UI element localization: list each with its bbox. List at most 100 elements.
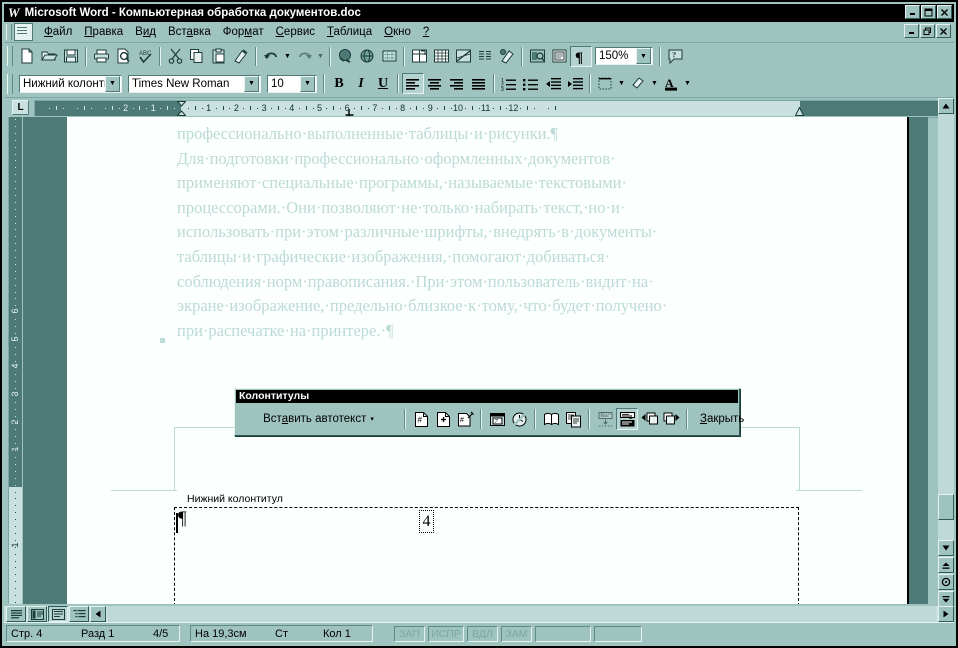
increase-indent-button[interactable] bbox=[564, 73, 586, 94]
same-as-previous-button[interactable] bbox=[594, 408, 616, 430]
document-icon[interactable] bbox=[14, 23, 33, 41]
align-justify-button[interactable] bbox=[468, 73, 490, 94]
scroll-down-button[interactable] bbox=[938, 540, 954, 556]
insert-table-button[interactable] bbox=[408, 46, 430, 67]
insert-number-of-pages-button[interactable] bbox=[432, 408, 454, 430]
document-map-button[interactable] bbox=[526, 46, 548, 67]
menu-file[interactable]: Файл bbox=[38, 24, 78, 40]
formatting-toolbar-grip[interactable] bbox=[7, 74, 13, 94]
print-preview-button[interactable] bbox=[112, 46, 134, 67]
menu-table[interactable]: Таблица bbox=[321, 24, 378, 40]
menu-window[interactable]: Окно bbox=[378, 24, 417, 40]
autotext-dropdown-arrow-icon[interactable]: ▾ bbox=[370, 415, 374, 423]
font-dropdown-arrow-icon[interactable]: ▼ bbox=[244, 76, 259, 92]
headers-footers-toolbar[interactable]: Колонтитулы Вставить автотекст ▾ # # 7 bbox=[234, 388, 740, 436]
doc-minimize-button[interactable] bbox=[904, 24, 919, 38]
tables-borders-button[interactable] bbox=[378, 46, 400, 67]
style-combo[interactable]: Нижний колонти ▼ bbox=[19, 75, 122, 93]
font-size-dropdown-arrow-icon[interactable]: ▼ bbox=[300, 76, 315, 92]
menu-help[interactable]: ? bbox=[417, 24, 435, 40]
highlight-button[interactable] bbox=[627, 73, 649, 94]
document-page[interactable]: профессионально·выполненные·таблицы·и·ри… bbox=[67, 117, 909, 604]
show-next-button[interactable] bbox=[660, 408, 682, 430]
borders-dropdown-arrow-icon[interactable]: ▼ bbox=[616, 73, 627, 94]
next-page-button[interactable] bbox=[938, 591, 954, 607]
undo-button[interactable] bbox=[260, 46, 282, 67]
font-color-button[interactable]: A bbox=[660, 73, 682, 94]
font-color-dropdown-arrow-icon[interactable]: ▼ bbox=[682, 73, 693, 94]
spellcheck-abc-button[interactable]: ABC bbox=[134, 46, 156, 67]
insert-autotext-button[interactable]: Вставить автотекст ▾ bbox=[237, 408, 400, 430]
scroll-left-button[interactable] bbox=[90, 606, 106, 622]
horizontal-scrollbar[interactable] bbox=[4, 606, 954, 622]
minimize-button[interactable] bbox=[905, 5, 920, 19]
status-indicator-ovr[interactable]: ЗАМ bbox=[501, 626, 532, 642]
vertical-scroll-thumb[interactable] bbox=[938, 494, 954, 520]
web-toolbar-button[interactable] bbox=[356, 46, 378, 67]
vertical-scrollbar[interactable] bbox=[938, 98, 954, 604]
menu-view[interactable]: Вид bbox=[129, 24, 162, 40]
insert-hyperlink-button[interactable] bbox=[334, 46, 356, 67]
print-button[interactable] bbox=[90, 46, 112, 67]
page-setup-button[interactable] bbox=[540, 408, 562, 430]
show-hide-document-text-button[interactable] bbox=[562, 408, 584, 430]
insert-page-number-button[interactable]: # bbox=[410, 408, 432, 430]
scroll-right-button[interactable] bbox=[938, 606, 954, 622]
close-headers-footers-button[interactable]: Закрыть bbox=[697, 411, 747, 427]
document-body-text[interactable]: профессионально·выполненные·таблицы·и·ри… bbox=[177, 122, 787, 343]
format-painter-button[interactable] bbox=[230, 46, 252, 67]
tab-type-button[interactable]: L bbox=[12, 100, 29, 115]
show-previous-button[interactable] bbox=[638, 408, 660, 430]
status-indicator-rec[interactable]: ЗАП bbox=[394, 626, 425, 642]
doc-close-button[interactable] bbox=[936, 24, 951, 38]
scroll-up-button[interactable] bbox=[938, 98, 954, 114]
underline-button[interactable]: U bbox=[372, 73, 394, 94]
menu-insert[interactable]: Вставка bbox=[162, 24, 217, 40]
help-assistant-button[interactable]: ? bbox=[664, 46, 686, 67]
zoom-dropdown-arrow-icon[interactable]: ▼ bbox=[636, 48, 651, 64]
font-size-combo[interactable]: 10 ▼ bbox=[267, 75, 317, 93]
align-left-button[interactable] bbox=[402, 73, 424, 94]
copy-button[interactable] bbox=[186, 46, 208, 67]
align-center-button[interactable] bbox=[424, 73, 446, 94]
switch-header-footer-button[interactable] bbox=[616, 408, 638, 430]
left-indent-marker[interactable] bbox=[177, 101, 186, 116]
redo-button[interactable] bbox=[293, 46, 315, 67]
outline-view-button[interactable] bbox=[69, 606, 89, 622]
page-number-field[interactable]: 4 bbox=[419, 510, 434, 533]
decrease-indent-button[interactable] bbox=[542, 73, 564, 94]
menu-tools[interactable]: Сервис bbox=[270, 24, 321, 40]
doc-restore-button[interactable] bbox=[920, 24, 935, 38]
italic-button[interactable]: I bbox=[350, 73, 372, 94]
normal-view-button[interactable] bbox=[6, 606, 26, 622]
menu-edit[interactable]: Правка bbox=[78, 24, 129, 40]
drawing-toolbar-button[interactable] bbox=[496, 46, 518, 67]
print-layout-toggle-button[interactable] bbox=[548, 46, 570, 67]
cut-scissors-button[interactable] bbox=[164, 46, 186, 67]
close-button[interactable] bbox=[937, 5, 952, 19]
bold-button[interactable]: B bbox=[328, 73, 350, 94]
maximize-button[interactable] bbox=[921, 5, 936, 19]
numbered-list-button[interactable]: 123 bbox=[498, 73, 520, 94]
vertical-ruler[interactable]: 6543211 bbox=[4, 117, 23, 604]
insert-date-button[interactable]: 7 bbox=[486, 408, 508, 430]
show-hide-formatting-button[interactable]: ¶ bbox=[570, 46, 592, 67]
horizontal-ruler[interactable]: L 21123456789101112 bbox=[4, 98, 954, 118]
drawing-button[interactable] bbox=[452, 46, 474, 67]
insert-time-button[interactable] bbox=[508, 408, 530, 430]
zoom-combo[interactable]: 150% ▼ bbox=[595, 47, 653, 65]
status-indicator-ext[interactable]: ВДЛ bbox=[467, 626, 498, 642]
new-document-button[interactable] bbox=[16, 46, 38, 67]
undo-dropdown-arrow-icon[interactable]: ▼ bbox=[282, 46, 293, 67]
horizontal-ruler-strip[interactable]: 21123456789101112 bbox=[34, 100, 945, 116]
bulleted-list-button[interactable] bbox=[520, 73, 542, 94]
menu-format[interactable]: Формат bbox=[217, 24, 270, 40]
select-browse-object-button[interactable] bbox=[938, 574, 954, 590]
footer-edit-region[interactable] bbox=[174, 507, 799, 604]
standard-toolbar-grip[interactable] bbox=[7, 46, 13, 66]
save-button[interactable] bbox=[60, 46, 82, 67]
align-right-button[interactable] bbox=[446, 73, 468, 94]
document-area[interactable]: профессионально·выполненные·таблицы·и·ри… bbox=[23, 117, 928, 604]
style-dropdown-arrow-icon[interactable]: ▼ bbox=[105, 76, 120, 92]
highlight-dropdown-arrow-icon[interactable]: ▼ bbox=[649, 73, 660, 94]
